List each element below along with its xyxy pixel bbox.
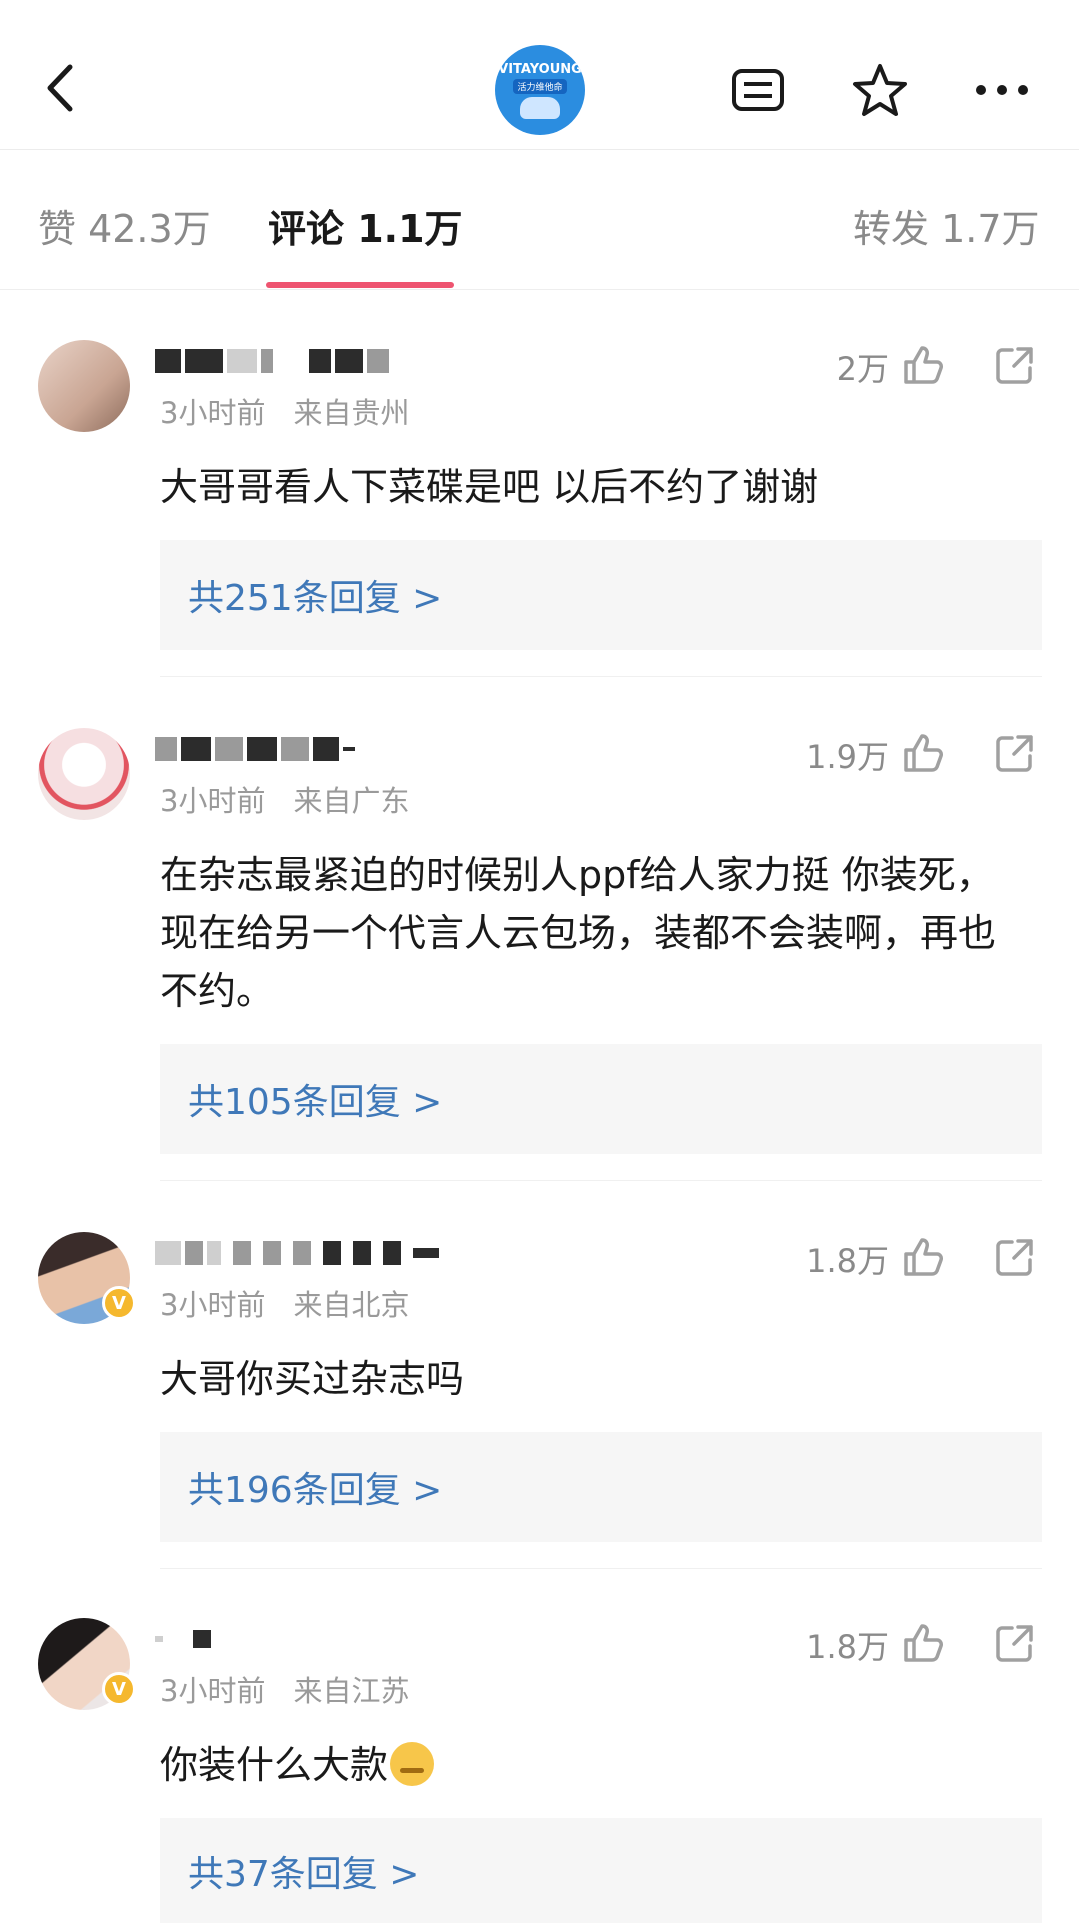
share-external-icon <box>996 1239 1033 1276</box>
comment-time: 3小时前 <box>160 1288 266 1322</box>
like-count: 1.9万 <box>806 738 889 776</box>
thumbs-up-icon <box>904 1238 943 1276</box>
tab-reposts[interactable]: 转发 1.7万 <box>853 198 1040 253</box>
view-replies-button[interactable]: 共251条回复 > <box>160 540 1042 650</box>
share-button[interactable] <box>990 340 1040 390</box>
like-button[interactable] <box>898 1618 948 1668</box>
divider <box>160 1180 1042 1181</box>
confused-face-emoji-icon <box>390 1742 435 1786</box>
interaction-tabs: 赞 42.3万 评论 1.1万 转发 1.7万 <box>0 150 1079 290</box>
comment-list-button[interactable] <box>728 60 788 120</box>
thumbs-up-icon <box>904 734 943 772</box>
like-count: 2万 <box>836 350 889 388</box>
username-redacted[interactable] <box>155 1236 443 1270</box>
list-icon <box>732 69 784 111</box>
like-button[interactable] <box>898 1232 948 1282</box>
comment-meta: 3小时前 来自江苏 <box>160 1668 409 1710</box>
divider <box>160 676 1042 677</box>
share-button[interactable] <box>990 728 1040 778</box>
logo-subtext: 活力维他命 <box>513 78 567 94</box>
share-button[interactable] <box>990 1618 1040 1668</box>
comment-time: 3小时前 <box>160 784 266 818</box>
verified-badge-icon: V <box>102 1286 136 1320</box>
comment-location: 来自江苏 <box>293 1674 410 1708</box>
comment-text: 大哥哥看人下菜碟是吧 以后不约了谢谢 <box>160 465 819 509</box>
comment-text: 你装什么大款 <box>160 1743 389 1787</box>
thumbs-up-icon <box>904 1624 943 1662</box>
tab-comments[interactable]: 评论 1.1万 <box>268 198 463 253</box>
account-avatar-logo[interactable]: VITAYOUNG 活力维他命 <box>495 45 585 135</box>
back-button[interactable] <box>30 58 90 118</box>
star-icon <box>853 64 907 116</box>
like-button[interactable] <box>898 728 948 778</box>
more-button[interactable] <box>972 60 1032 120</box>
share-button[interactable] <box>990 1232 1040 1282</box>
comment-location: 来自广东 <box>293 784 410 818</box>
chevron-left-icon <box>47 64 73 112</box>
more-dots-icon <box>976 85 1028 95</box>
comment-location: 来自贵州 <box>293 396 410 430</box>
share-external-icon <box>996 1625 1033 1662</box>
comment-meta: 3小时前 来自北京 <box>160 1282 409 1324</box>
top-bar: VITAYOUNG 活力维他命 <box>0 0 1079 150</box>
comment-location: 来自北京 <box>293 1288 410 1322</box>
comment-time: 3小时前 <box>160 1674 266 1708</box>
comment-meta: 3小时前 来自广东 <box>160 778 409 820</box>
username-redacted[interactable] <box>155 1622 215 1656</box>
elephant-icon <box>520 96 560 119</box>
view-replies-button[interactable]: 共105条回复 > <box>160 1044 1042 1154</box>
view-replies-button[interactable]: 共196条回复 > <box>160 1432 1042 1542</box>
like-count: 1.8万 <box>806 1628 889 1666</box>
username-redacted[interactable] <box>155 732 359 766</box>
active-tab-indicator <box>266 282 454 288</box>
favorite-button[interactable] <box>850 60 910 120</box>
like-button[interactable] <box>898 340 948 390</box>
divider <box>160 1568 1042 1569</box>
comment-meta: 3小时前 来自贵州 <box>160 390 409 432</box>
verified-badge-icon: V <box>102 1672 136 1706</box>
comment-text: 大哥你买过杂志吗 <box>160 1357 465 1401</box>
avatar[interactable] <box>38 340 130 432</box>
view-replies-button[interactable]: 共37条回复 > <box>160 1818 1042 1923</box>
comment-time: 3小时前 <box>160 396 266 430</box>
comment-text-row: 你装什么大款 <box>160 1736 1000 1794</box>
username-redacted[interactable] <box>155 344 393 378</box>
like-count: 1.8万 <box>806 1242 889 1280</box>
logo-text: VITAYOUNG <box>498 61 582 77</box>
tab-likes[interactable]: 赞 42.3万 <box>38 198 211 253</box>
avatar[interactable] <box>38 728 130 820</box>
thumbs-up-icon <box>904 346 943 384</box>
share-external-icon <box>996 735 1033 772</box>
share-external-icon <box>996 347 1033 384</box>
comment-text: 在杂志最紧迫的时候别人ppf给人家力挺 你装死，现在给另一个代言人云包场，装都不… <box>160 853 997 1013</box>
